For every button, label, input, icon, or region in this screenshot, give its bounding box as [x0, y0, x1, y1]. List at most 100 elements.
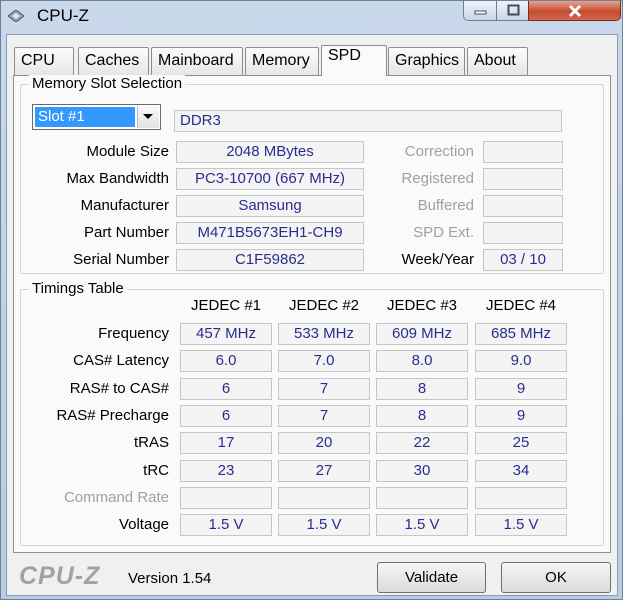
close-icon: [568, 4, 582, 18]
timings-row-label: RAS# to CAS#: [69, 379, 169, 397]
tab-caches[interactable]: Caches: [78, 47, 149, 75]
timings-cell: 25: [475, 432, 567, 455]
timings-cell: [180, 486, 272, 509]
timings-cell: 9: [475, 404, 567, 427]
timings-cell: 7: [278, 377, 370, 400]
timings-cell: 6: [180, 404, 272, 427]
tab-label: Mainboard: [158, 52, 234, 69]
buffered-label: Buffered: [417, 197, 474, 214]
tab-cpu[interactable]: CPU: [14, 47, 74, 75]
timings-cell: [475, 486, 567, 509]
tab-label: CPU: [21, 52, 55, 69]
tab-label: Memory: [252, 52, 310, 69]
timings-cell: 8: [376, 404, 468, 427]
tab-memory[interactable]: Memory: [245, 47, 319, 75]
tab-label: About: [474, 52, 516, 69]
group-legend: Timings Table: [29, 280, 127, 297]
minimize-button[interactable]: [463, 1, 497, 21]
tab-graphics[interactable]: Graphics: [388, 47, 465, 75]
serial-number-label: Serial Number: [73, 251, 169, 268]
version-label: Version 1.54: [128, 570, 212, 587]
timings-cell: [376, 486, 468, 509]
timings-cell: 34: [475, 459, 567, 482]
cpuz-logo: CPU-Z: [19, 562, 101, 590]
timings-column-header: JEDEC #3: [386, 297, 458, 314]
part-number-label: Part Number: [83, 224, 169, 241]
buffered-value: [483, 195, 563, 217]
timings-cell: 1.5 V: [278, 514, 370, 537]
timings-cell: 1.5 V: [180, 514, 272, 537]
timings-cell: 23: [180, 459, 272, 482]
timings-cell: 17: [180, 432, 272, 455]
tab-about[interactable]: About: [467, 47, 528, 75]
timings-column-header: JEDEC #1: [190, 297, 262, 314]
tab-spd[interactable]: SPD: [321, 45, 387, 76]
timings-cell: 1.5 V: [376, 514, 468, 537]
group-legend: Memory Slot Selection: [29, 75, 186, 92]
timings-cell: 7.0: [278, 350, 370, 373]
timings-row-label: tRAS: [133, 434, 169, 452]
slot-select-arrow[interactable]: [137, 106, 159, 128]
timings-cell: 6.0: [180, 350, 272, 373]
manufacturer-value: Samsung: [176, 195, 364, 217]
registered-label: Registered: [401, 170, 474, 187]
close-button[interactable]: [528, 1, 621, 21]
week-year-label: Week/Year: [401, 251, 474, 268]
timings-row-label: RAS# Precharge: [56, 406, 169, 424]
timings-cell: 20: [278, 432, 370, 455]
spd-ext-value: [483, 222, 563, 244]
timings-cell: 1.5 V: [475, 514, 567, 537]
tab-label: SPD: [328, 47, 361, 64]
week-year-value: 03 / 10: [483, 249, 563, 271]
tab-mainboard[interactable]: Mainboard: [151, 47, 243, 75]
manufacturer-label: Manufacturer: [80, 197, 169, 214]
spd-ext-label: SPD Ext.: [413, 224, 474, 241]
timings-cell: [278, 486, 370, 509]
spd-panel: Memory Slot Selection Slot #1 DDR3 Modul…: [13, 75, 611, 553]
timings-cell: 6: [180, 377, 272, 400]
max-bandwidth-value: PC3-10700 (667 MHz): [176, 168, 364, 190]
part-number-value: M471B5673EH1-CH9: [176, 222, 364, 244]
slot-select-value: Slot #1: [35, 107, 135, 127]
tab-label: Caches: [85, 52, 140, 69]
slot-select[interactable]: Slot #1: [32, 104, 161, 130]
timings-cell: 8.0: [376, 350, 468, 373]
title-bar[interactable]: CPU-Z: [1, 1, 622, 33]
correction-value: [483, 141, 563, 163]
timings-cell: 457 MHz: [180, 323, 272, 345]
module-size-label: Module Size: [86, 143, 169, 160]
memory-type-field: DDR3: [174, 110, 562, 132]
timings-cell: 8: [376, 377, 468, 400]
cpuz-window: CPU-Z CPU Caches Mainboard Memory SPD Gr…: [0, 0, 623, 600]
timings-cell: 685 MHz: [475, 323, 567, 345]
chevron-down-icon: [143, 114, 153, 119]
timings-cell: 30: [376, 459, 468, 482]
correction-label: Correction: [404, 143, 474, 160]
timings-row-label: Voltage: [118, 516, 169, 534]
timings-cell: 9.0: [475, 350, 567, 373]
cpuz-app-icon: [8, 10, 24, 22]
maximize-button[interactable]: [496, 1, 529, 21]
timings-row-label: Command Rate: [63, 488, 169, 506]
registered-value: [483, 168, 563, 190]
timings-cell: 609 MHz: [376, 323, 468, 345]
maximize-icon: [507, 4, 520, 16]
timings-cell: 533 MHz: [278, 323, 370, 345]
tab-label: Graphics: [395, 52, 460, 69]
minimize-icon: [474, 10, 487, 15]
timings-column-header: JEDEC #2: [288, 297, 360, 314]
timings-cell: 9: [475, 377, 567, 400]
timings-cell: 22: [376, 432, 468, 455]
validate-button[interactable]: Validate: [377, 562, 486, 593]
timings-row-label: CAS# Latency: [73, 352, 169, 370]
timings-column-header: JEDEC #4: [485, 297, 557, 314]
ok-button[interactable]: OK: [501, 562, 611, 593]
client-area: CPU Caches Mainboard Memory SPD Graphics…: [6, 34, 618, 596]
timings-row-label: tRC: [143, 461, 169, 479]
timings-cell: 27: [278, 459, 370, 482]
max-bandwidth-label: Max Bandwidth: [66, 170, 169, 187]
module-size-value: 2048 MBytes: [176, 141, 364, 163]
timings-cell: 7: [278, 404, 370, 427]
window-title: CPU-Z: [37, 6, 89, 25]
serial-number-value: C1F59862: [176, 249, 364, 271]
